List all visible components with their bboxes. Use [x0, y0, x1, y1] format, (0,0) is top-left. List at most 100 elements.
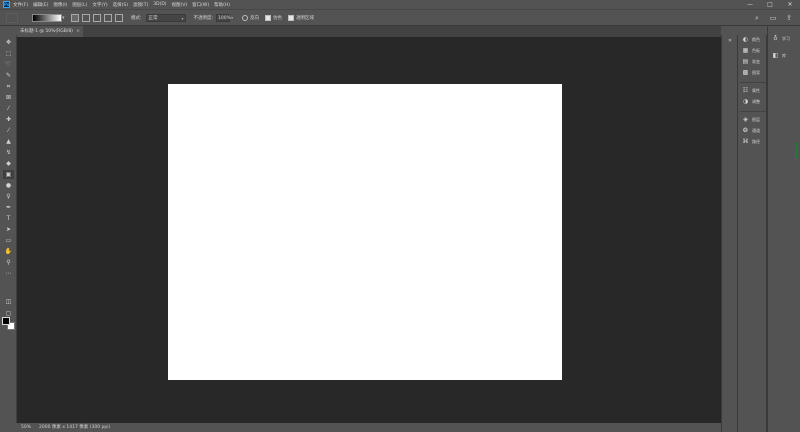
menu-image[interactable]: 图像(I) [53, 2, 67, 8]
menu-type[interactable]: 文字(Y) [92, 2, 107, 8]
clone-stamp-tool-icon[interactable]: ▲ [3, 137, 14, 146]
radial-gradient-button[interactable] [82, 13, 90, 22]
dither-label: 仿色 [273, 15, 283, 21]
hand-tool-icon[interactable]: ✋ [3, 247, 14, 256]
quick-mask-icon[interactable]: ◫ [3, 297, 14, 306]
gradient-tool-icon[interactable]: ▣ [3, 170, 14, 179]
status-bar: 50% 2000 像素 x 1417 像素 (300 ppi) [17, 423, 721, 432]
panel-paths[interactable]: ⌘ 路径 [738, 137, 768, 147]
lasso-tool-icon[interactable]: ➰ [3, 60, 14, 69]
menu-bar: Ps 文件(F) 编辑(E) 图像(I) 图层(L) 文字(Y) 选择(S) 滤… [0, 0, 800, 9]
menu-filter[interactable]: 滤镜(T) [133, 2, 148, 8]
layers-icon: ◈ [743, 116, 748, 123]
type-tool-icon[interactable]: T [3, 214, 14, 223]
panel-dock: ◐ 颜色 ▦ 色板 ▤ 渐变 ▩ 图案 ☷ 属性 ◑ 调整 ◈ 图层 ❂ 通道 … [737, 35, 767, 432]
menu-window[interactable]: 窗口(W) [192, 2, 209, 8]
tools-panel: ✥ ⬚ ➰ ✎ ⌗ ⊠ ⁄ ✚ ⁄ ▲ ↯ ◆ ▣ ● ♀ ✒ T ➤ ▭ ✋ … [0, 35, 17, 423]
crop-tool-icon[interactable]: ⌗ [3, 82, 14, 91]
panel-label: 属性 [752, 88, 760, 93]
rectangle-tool-icon[interactable]: ▭ [3, 236, 14, 245]
history-brush-tool-icon[interactable]: ↯ [3, 148, 14, 157]
path-selection-tool-icon[interactable]: ➤ [3, 225, 14, 234]
transparency-checkbox[interactable] [288, 14, 295, 21]
menu-select[interactable]: 选择(S) [113, 2, 128, 8]
reflected-gradient-button[interactable] [104, 13, 112, 22]
options-right-group: ⌕ ▭ ⇪ [746, 12, 794, 24]
foreground-color-swatch[interactable] [2, 317, 10, 325]
move-tool-icon[interactable]: ✥ [3, 38, 14, 47]
transparency-label: 透明区域 [296, 15, 315, 21]
marquee-tool-icon[interactable]: ⬚ [3, 49, 14, 58]
color-icon: ◐ [742, 36, 749, 43]
panel-expand-icon[interactable]: » [725, 37, 735, 45]
panel-label: 图案 [752, 70, 760, 75]
panel-patterns[interactable]: ▩ 图案 [738, 68, 768, 78]
opacity-field[interactable]: 100% [216, 13, 231, 22]
panel-label: 通道 [752, 128, 760, 133]
eyedropper-tool-icon[interactable]: ⁄ [3, 104, 14, 113]
document-tab[interactable]: 未标题-1 @ 50%(RGB/8) × [17, 26, 83, 37]
quick-select-tool-icon[interactable]: ✎ [3, 71, 14, 80]
dither-checkbox[interactable] [265, 14, 272, 21]
panel-channels[interactable]: ❂ 通道 [738, 126, 768, 136]
learn-icon: ♁ [773, 35, 778, 42]
search-icon[interactable]: ⌕ [752, 13, 762, 23]
scroll-indicator[interactable] [795, 143, 798, 159]
window-controls: — □ ✕ [740, 0, 800, 9]
linear-gradient-button[interactable] [71, 13, 79, 22]
libraries-icon: ◧ [772, 52, 779, 59]
reverse-checkbox[interactable] [242, 14, 249, 21]
share-icon[interactable]: ⇪ [784, 13, 794, 23]
dodge-tool-icon[interactable]: ♀ [3, 192, 14, 201]
panel-group-divider [740, 111, 766, 112]
screen-mode-icon[interactable]: ▢ [3, 309, 14, 318]
diamond-gradient-button[interactable] [115, 13, 123, 22]
chevron-down-icon[interactable]: ▾ [62, 14, 68, 22]
document-workspace [17, 37, 721, 423]
panel-label: 学习 [782, 36, 790, 41]
opacity-label: 不透明度: [193, 15, 214, 21]
close-icon[interactable]: × [76, 26, 80, 37]
panel-gradient[interactable]: ▤ 渐变 [738, 57, 768, 67]
patterns-icon: ▩ [742, 69, 749, 76]
menu-layer[interactable]: 图层(L) [72, 2, 87, 8]
close-window-button[interactable]: ✕ [780, 0, 800, 9]
panel-learn[interactable]: ♁ 学习 [768, 34, 800, 44]
frame-tool-icon[interactable]: ⊠ [3, 93, 14, 102]
menu-help[interactable]: 帮助(H) [214, 2, 230, 8]
panel-adjustments[interactable]: ◑ 调整 [738, 97, 768, 107]
minimize-button[interactable]: — [740, 0, 760, 9]
zoom-level[interactable]: 50% [21, 423, 31, 432]
mode-select[interactable]: 正常 ▾ [145, 13, 186, 22]
zoom-tool-icon[interactable]: ⚲ [3, 258, 14, 267]
maximize-button[interactable]: □ [760, 0, 780, 9]
gradient-picker[interactable] [32, 13, 62, 22]
menu-file[interactable]: 文件(F) [13, 2, 28, 8]
panel-group-divider [740, 82, 766, 83]
blur-tool-icon[interactable]: ● [3, 181, 14, 190]
workspace-switcher-icon[interactable]: ▭ [768, 13, 778, 23]
panel-color[interactable]: ◐ 颜色 [738, 35, 768, 45]
reverse-label: 反向 [250, 15, 260, 21]
brush-tool-icon[interactable]: ⁄ [3, 126, 14, 135]
more-tools-icon[interactable]: ⋯ [3, 269, 14, 278]
panel-properties[interactable]: ☷ 属性 [738, 86, 768, 96]
eraser-tool-icon[interactable]: ◆ [3, 159, 14, 168]
menu-3d[interactable]: 3D(D) [153, 2, 166, 7]
menu-edit[interactable]: 编辑(E) [33, 2, 48, 8]
tool-preset-picker[interactable] [6, 12, 18, 23]
panel-swatches[interactable]: ▦ 色板 [738, 46, 768, 56]
photoshop-logo-icon: Ps [3, 1, 10, 8]
mode-value: 正常 [148, 15, 158, 21]
panel-layers[interactable]: ◈ 图层 [738, 115, 768, 125]
panel-libraries[interactable]: ◧ 库 [768, 51, 800, 61]
menu-view[interactable]: 视图(V) [172, 2, 188, 8]
panel-collapse-column: » [721, 35, 737, 432]
opacity-slider-toggle[interactable]: ▾ [231, 14, 236, 22]
document-tab-title: 未标题-1 @ 50%(RGB/8) [20, 29, 73, 34]
document-canvas[interactable] [168, 84, 562, 380]
healing-brush-tool-icon[interactable]: ✚ [3, 115, 14, 124]
angle-gradient-button[interactable] [93, 13, 101, 22]
color-swatches[interactable] [2, 317, 16, 331]
pen-tool-icon[interactable]: ✒ [3, 203, 14, 212]
